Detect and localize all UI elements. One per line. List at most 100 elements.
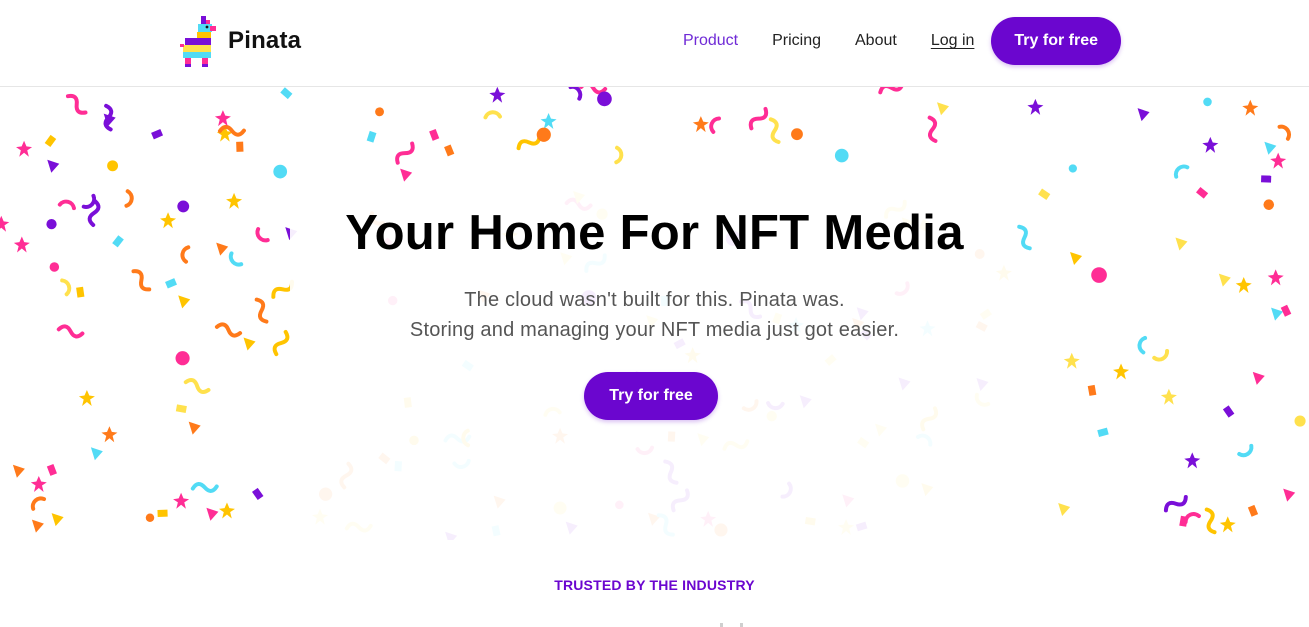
confetti-piece <box>1173 164 1190 179</box>
confetti-piece <box>183 378 211 394</box>
confetti-piece <box>1277 124 1292 141</box>
confetti-piece <box>768 117 781 145</box>
confetti-piece <box>65 93 88 115</box>
confetti-piece <box>236 141 244 152</box>
confetti-piece <box>483 110 502 120</box>
confetti-piece <box>165 278 177 289</box>
confetti-piece <box>927 115 938 143</box>
confetti-piece <box>692 116 709 133</box>
confetti-piece <box>1087 384 1097 396</box>
confetti-piece <box>791 128 803 141</box>
confetti-piece <box>1091 267 1107 283</box>
hero-try-free-button[interactable]: Try for free <box>584 372 718 420</box>
confetti-piece <box>1160 388 1177 405</box>
confetti-piece <box>1152 349 1170 362</box>
confetti-piece <box>1218 273 1231 287</box>
confetti-piece <box>157 509 168 518</box>
confetti-piece <box>1283 488 1296 502</box>
site-header: Pinata Product Pricing About Log in Try … <box>0 0 1309 87</box>
confetti-piece <box>1267 269 1284 286</box>
confetti-piece <box>1242 99 1259 116</box>
confetti-piece <box>878 87 905 95</box>
confetti-piece <box>46 464 57 476</box>
confetti-piece <box>1270 152 1287 169</box>
confetti-piece <box>173 492 190 509</box>
confetti-piece <box>1222 405 1235 418</box>
confetti-piece <box>1203 97 1212 107</box>
confetti-piece <box>709 116 721 134</box>
confetti-piece <box>44 134 57 148</box>
partner-logo-icon <box>720 623 743 627</box>
confetti-piece <box>188 421 201 435</box>
confetti-piece <box>47 159 60 173</box>
confetti-piece <box>218 502 235 519</box>
confetti-piece <box>175 351 190 366</box>
confetti-piece <box>16 140 33 157</box>
nav-item-about[interactable]: About <box>855 32 897 50</box>
confetti-piece <box>1237 443 1254 458</box>
brand-name: Pinata <box>228 27 302 54</box>
confetti-piece <box>1247 504 1259 517</box>
confetti-piece <box>1219 516 1236 533</box>
confetti-piece <box>395 141 415 165</box>
brand-logo-link[interactable]: Pinata <box>180 14 301 68</box>
header-try-free-button[interactable]: Try for free <box>991 17 1121 65</box>
confetti-piece <box>444 144 455 157</box>
confetti-piece <box>12 464 25 478</box>
confetti-piece <box>107 160 119 172</box>
confetti-piece <box>1027 98 1044 115</box>
confetti-piece <box>51 513 64 527</box>
confetti-piece <box>1097 427 1109 437</box>
confetti-piece <box>90 447 103 461</box>
confetti-piece <box>1294 415 1306 427</box>
confetti-piece <box>251 487 264 501</box>
confetti-piece <box>1204 507 1217 535</box>
confetti-piece <box>30 496 47 511</box>
confetti-piece <box>614 145 624 165</box>
confetti-piece <box>597 91 612 107</box>
confetti-piece <box>190 482 219 493</box>
confetti-piece <box>536 127 551 142</box>
hero-title: Your Home For NFT Media <box>345 206 964 260</box>
hero-subtitle-line-2: Storing and managing your NFT media just… <box>409 319 900 341</box>
confetti-piece <box>151 128 164 140</box>
confetti-piece <box>1195 186 1209 199</box>
confetti-piece <box>937 102 950 116</box>
confetti-piece <box>429 128 440 141</box>
hero-subtitle-line-1: The cloud wasn't built for this. Pinata … <box>464 289 845 311</box>
confetti-piece <box>78 389 95 406</box>
confetti-piece <box>206 507 219 521</box>
confetti-piece <box>1163 494 1188 513</box>
confetti-piece <box>375 107 384 117</box>
confetti-piece <box>49 262 60 272</box>
confetti-piece <box>400 168 413 182</box>
confetti-piece <box>273 164 288 179</box>
trusted-by-heading: TRUSTED BY THE INDUSTRY <box>554 577 755 593</box>
confetti-piece <box>1038 188 1051 200</box>
confetti-piece <box>1252 371 1265 385</box>
main-nav: Product Pricing About Log in Try for fre… <box>683 17 1121 65</box>
confetti-piece <box>489 87 506 103</box>
hero-section: Your Home For NFT Media The cloud wasn't… <box>0 87 1309 540</box>
confetti-piece <box>1137 108 1150 122</box>
pinata-llama-icon <box>180 16 216 67</box>
confetti-piece <box>145 513 155 522</box>
confetti-piece <box>1113 363 1130 380</box>
confetti-piece <box>124 189 134 208</box>
confetti-piece <box>540 113 557 130</box>
confetti-piece <box>175 404 187 413</box>
confetti-piece <box>366 130 377 143</box>
confetti-piece <box>30 475 47 492</box>
confetti-piece <box>1264 141 1277 155</box>
confetti-piece <box>101 426 118 443</box>
nav-item-product[interactable]: Product <box>683 32 738 50</box>
confetti-piece <box>1058 503 1071 517</box>
confetti-piece <box>214 110 231 127</box>
page: Pinata Product Pricing About Log in Try … <box>0 0 1309 627</box>
confetti-piece <box>748 106 769 131</box>
confetti-piece <box>280 87 293 100</box>
confetti-piece <box>1184 452 1201 469</box>
login-link[interactable]: Log in <box>931 32 975 50</box>
nav-item-pricing[interactable]: Pricing <box>772 32 821 50</box>
confetti-piece <box>1179 515 1188 527</box>
